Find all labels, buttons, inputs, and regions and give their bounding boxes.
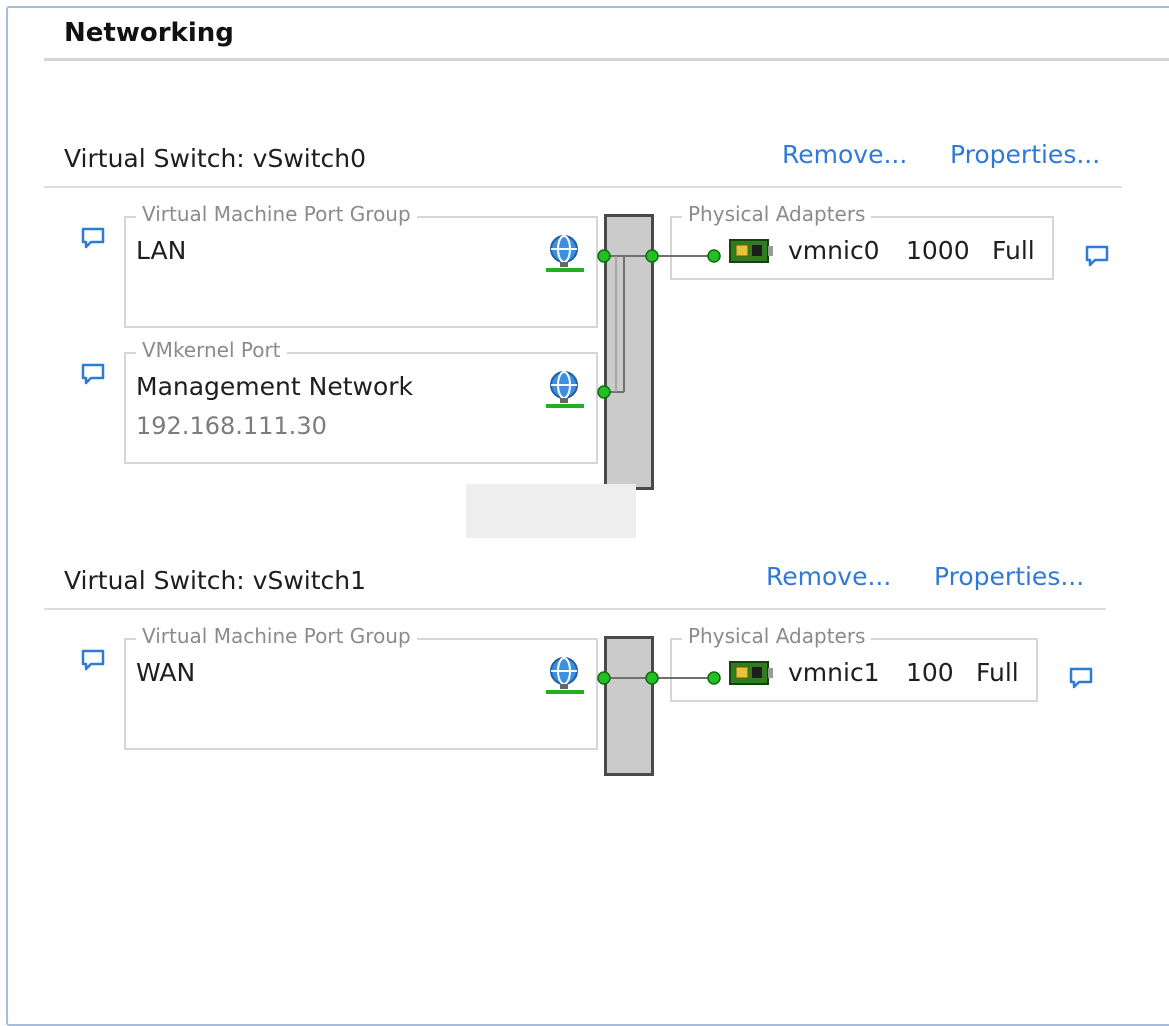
vswitch1-uplink-dot [645,671,659,685]
wan-connector-dot [597,671,611,685]
vswitch1-wiring [597,671,721,685]
vmnic1-connector-dot [707,671,721,685]
